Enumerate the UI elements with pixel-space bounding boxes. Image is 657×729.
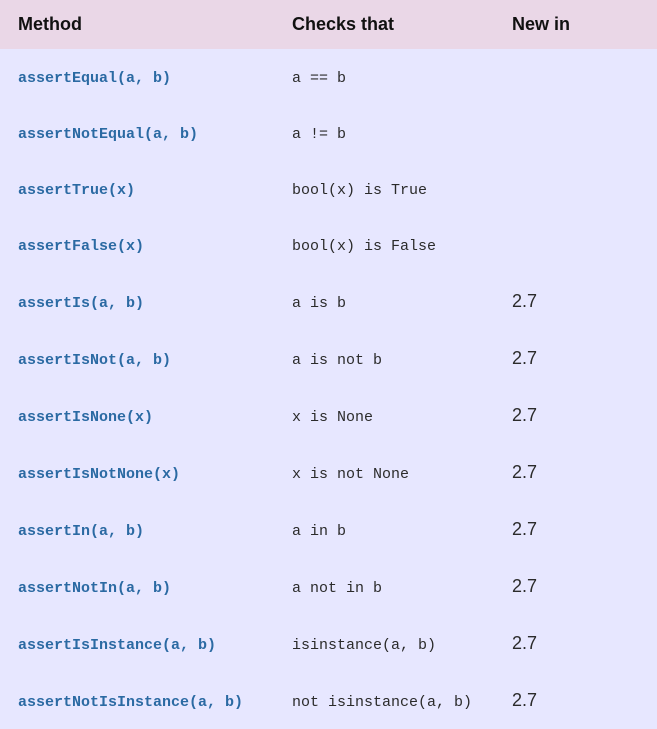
table-row: assertIs(a, b) a is b 2.7 — [0, 273, 657, 330]
table-row: assertFalse(x) bool(x) is False — [0, 217, 657, 273]
newin-text: 2.7 — [512, 633, 537, 653]
method-link[interactable]: assertIsNotNone(x) — [18, 466, 180, 483]
checks-text: a != b — [292, 126, 346, 143]
newin-text: 2.7 — [512, 576, 537, 596]
checks-text: bool(x) is True — [292, 182, 427, 199]
table-row: assertNotEqual(a, b) a != b — [0, 105, 657, 161]
newin-text: 2.7 — [512, 405, 537, 425]
checks-text: not isinstance(a, b) — [292, 694, 472, 711]
table-row: assertIn(a, b) a in b 2.7 — [0, 501, 657, 558]
checks-text: x is None — [292, 409, 373, 426]
newin-text: 2.7 — [512, 462, 537, 482]
method-link[interactable]: assertIsNot(a, b) — [18, 352, 171, 369]
checks-text: a is b — [292, 295, 346, 312]
method-link[interactable]: assertIsNone(x) — [18, 409, 153, 426]
header-newin: New in — [500, 0, 657, 49]
table-row: assertEqual(a, b) a == b — [0, 49, 657, 105]
header-checks: Checks that — [280, 0, 500, 49]
method-link[interactable]: assertIn(a, b) — [18, 523, 144, 540]
table-row: assertIsNotNone(x) x is not None 2.7 — [0, 444, 657, 501]
checks-text: bool(x) is False — [292, 238, 436, 255]
table-row: assertTrue(x) bool(x) is True — [0, 161, 657, 217]
method-link[interactable]: assertIsInstance(a, b) — [18, 637, 216, 654]
table-row: assertIsNot(a, b) a is not b 2.7 — [0, 330, 657, 387]
checks-text: a == b — [292, 70, 346, 87]
newin-text: 2.7 — [512, 519, 537, 539]
table-header-row: Method Checks that New in — [0, 0, 657, 49]
method-link[interactable]: assertTrue(x) — [18, 182, 135, 199]
method-link[interactable]: assertNotIn(a, b) — [18, 580, 171, 597]
newin-text: 2.7 — [512, 291, 537, 311]
method-link[interactable]: assertNotEqual(a, b) — [18, 126, 198, 143]
table-row: assertIsInstance(a, b) isinstance(a, b) 2.… — [0, 615, 657, 672]
newin-text: 2.7 — [512, 348, 537, 368]
method-link[interactable]: assertEqual(a, b) — [18, 70, 171, 87]
table-row: assertIsNone(x) x is None 2.7 — [0, 387, 657, 444]
checks-text: a is not b — [292, 352, 382, 369]
checks-text: a not in b — [292, 580, 382, 597]
checks-text: a in b — [292, 523, 346, 540]
table-row: assertNotIn(a, b) a not in b 2.7 — [0, 558, 657, 615]
header-method: Method — [0, 0, 280, 49]
method-link[interactable]: assertFalse(x) — [18, 238, 144, 255]
table-row: assertNotIsInstance(a, b) not isinstance(… — [0, 672, 657, 729]
checks-text: isinstance(a, b) — [292, 637, 436, 654]
assert-methods-table: Method Checks that New in assertEqual(a,… — [0, 0, 657, 729]
method-link[interactable]: assertIs(a, b) — [18, 295, 144, 312]
checks-text: x is not None — [292, 466, 409, 483]
method-link[interactable]: assertNotIsInstance(a, b) — [18, 694, 243, 711]
newin-text: 2.7 — [512, 690, 537, 710]
